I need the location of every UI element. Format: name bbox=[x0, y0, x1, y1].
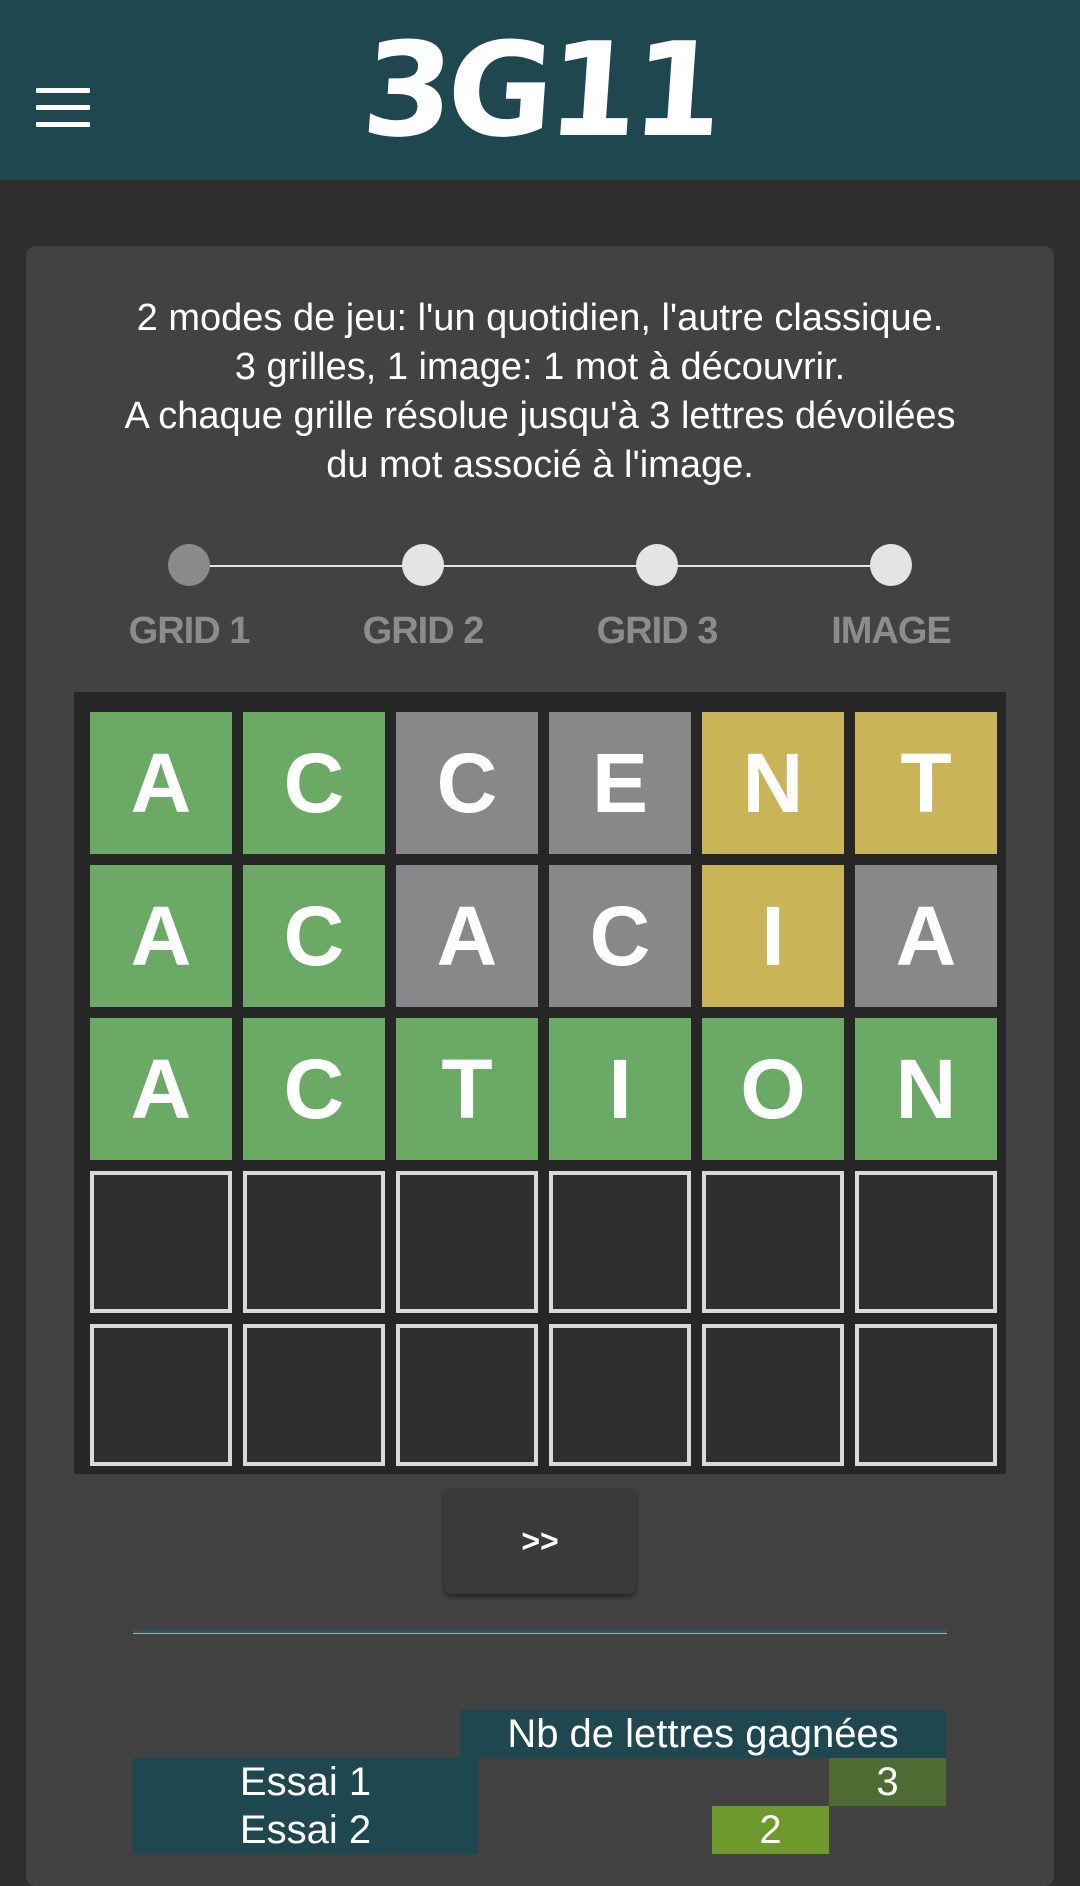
empty-tile bbox=[396, 1324, 538, 1466]
letter-tile: I bbox=[702, 865, 844, 1007]
step-label-grid-1: GRID 1 bbox=[128, 610, 251, 652]
empty-tile bbox=[855, 1324, 997, 1466]
intro-line: 3 grilles, 1 image: 1 mot à découvrir. bbox=[234, 346, 846, 388]
letter-tile: N bbox=[702, 712, 844, 854]
letter-tile: C bbox=[549, 865, 691, 1007]
stats-row-label: Essai 2 bbox=[133, 1806, 478, 1854]
letter-tile: C bbox=[396, 712, 538, 854]
letter-tile: C bbox=[243, 1018, 385, 1160]
empty-tile bbox=[549, 1324, 691, 1466]
intro-line: 2 modes de jeu: l'un quotidien, l'autre … bbox=[136, 297, 944, 339]
step-label-image: IMAGE bbox=[831, 610, 952, 652]
app-logo: 3G11 bbox=[357, 14, 723, 166]
empty-tile bbox=[855, 1171, 997, 1313]
letter-tile: A bbox=[396, 865, 538, 1007]
step-label-grid-3: GRID 3 bbox=[596, 610, 719, 652]
stats-bar: 3 bbox=[829, 1758, 946, 1806]
letter-tile: C bbox=[243, 865, 385, 1007]
progress-line bbox=[190, 565, 890, 567]
empty-tile bbox=[549, 1171, 691, 1313]
empty-tile bbox=[90, 1324, 232, 1466]
stats-bar-value: 2 bbox=[759, 1808, 782, 1852]
intro-line: A chaque grille résolue jusqu'à 3 lettre… bbox=[124, 395, 956, 437]
empty-tile bbox=[702, 1171, 844, 1313]
empty-tile bbox=[243, 1171, 385, 1313]
letter-tile: C bbox=[243, 712, 385, 854]
empty-tile bbox=[90, 1171, 232, 1313]
empty-tile bbox=[702, 1324, 844, 1466]
letter-tile: E bbox=[549, 712, 691, 854]
empty-tile bbox=[243, 1324, 385, 1466]
step-dot-grid-2 bbox=[402, 544, 444, 586]
letter-tile: A bbox=[855, 865, 997, 1007]
step-dot-grid-1 bbox=[168, 544, 210, 586]
step-dot-grid-3 bbox=[636, 544, 678, 586]
letter-tile: O bbox=[702, 1018, 844, 1160]
intro-text: 2 modes de jeu: l'un quotidien, l'autre … bbox=[26, 294, 1054, 490]
step-label-grid-2: GRID 2 bbox=[362, 610, 485, 652]
stats-row-label: Essai 1 bbox=[133, 1758, 478, 1806]
top-bar: 3G11 bbox=[0, 0, 1080, 180]
letter-tile: I bbox=[549, 1018, 691, 1160]
step-dot-image bbox=[870, 544, 912, 586]
game-board: ACCENTACACIAACTION bbox=[74, 692, 1006, 1474]
stats-bar: 2 bbox=[712, 1806, 829, 1854]
letter-tile: T bbox=[855, 712, 997, 854]
letter-tile: A bbox=[90, 865, 232, 1007]
next-button[interactable]: >> bbox=[444, 1488, 636, 1594]
stats-bar-value: 3 bbox=[876, 1760, 899, 1804]
letter-tile: A bbox=[90, 712, 232, 854]
letter-tile: N bbox=[855, 1018, 997, 1160]
divider bbox=[133, 1630, 947, 1634]
stats-header: Nb de lettres gagnées bbox=[460, 1710, 946, 1758]
empty-tile bbox=[396, 1171, 538, 1313]
letter-tile: A bbox=[90, 1018, 232, 1160]
letter-tile: T bbox=[396, 1018, 538, 1160]
intro-line: du mot associé à l'image. bbox=[326, 444, 754, 486]
